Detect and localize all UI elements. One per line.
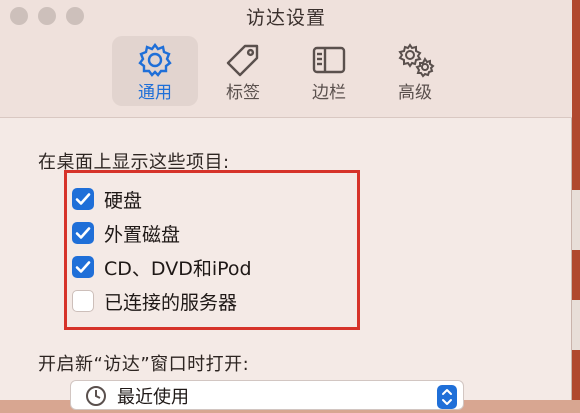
- tab-tags-label: 标签: [226, 83, 260, 103]
- window-title: 访达设置: [245, 7, 326, 29]
- select-stepper-icon[interactable]: [437, 385, 457, 409]
- new-window-target-value: 最近使用: [117, 387, 189, 408]
- gear-icon: [138, 43, 172, 77]
- clock-icon: [86, 386, 106, 406]
- finder-settings-window: 访达设置 通用 标签 边栏 高级 在桌面上显示这些项目: 硬盘 外置磁盘 CD、…: [0, 0, 572, 410]
- tab-general-label: 通用: [138, 83, 172, 103]
- title-bar: 访达设置 通用 标签 边栏 高级: [0, 0, 572, 118]
- tab-sidebar-label: 边栏: [312, 83, 346, 103]
- tab-sidebar[interactable]: 边栏: [286, 36, 372, 106]
- background-window-edge: [572, 0, 580, 400]
- background-window-fragment: [572, 190, 580, 250]
- chevron-up-down-icon: [442, 389, 452, 405]
- tab-advanced-label: 高级: [398, 83, 432, 103]
- gears-icon: [398, 43, 435, 78]
- tab-advanced[interactable]: 高级: [372, 36, 458, 106]
- new-window-heading: 开启新“访达”窗口时打开:: [38, 354, 250, 375]
- new-window-target-select[interactable]: 最近使用: [70, 380, 464, 410]
- tab-tags[interactable]: 标签: [200, 36, 286, 106]
- sidebar-icon: [312, 46, 346, 74]
- tag-icon: [226, 44, 259, 77]
- tab-general[interactable]: 通用: [112, 36, 198, 106]
- highlight-box: [64, 170, 360, 330]
- background-window-fragment: [572, 300, 580, 350]
